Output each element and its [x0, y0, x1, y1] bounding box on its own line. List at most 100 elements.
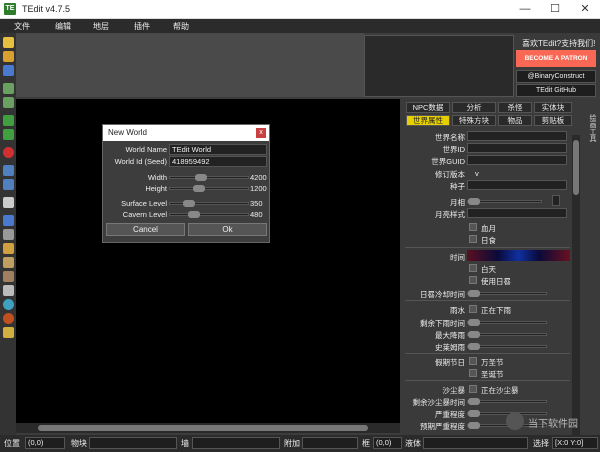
bucket-icon[interactable] — [3, 285, 14, 296]
select-icon[interactable] — [3, 215, 14, 226]
dialog-close-button[interactable]: x — [256, 128, 266, 138]
max-rain-knob[interactable] — [468, 331, 480, 338]
hammer-icon[interactable] — [3, 271, 14, 282]
tab-npc[interactable]: NPC数据 — [406, 102, 450, 113]
menu-plugins[interactable]: 插件 — [134, 21, 150, 32]
width-slider-knob[interactable] — [195, 174, 207, 181]
sundial-checkbox[interactable] — [469, 276, 477, 284]
morph-icon[interactable] — [3, 313, 14, 324]
tab-analysis[interactable]: 分析 — [452, 102, 496, 113]
sandstorm-time-knob[interactable] — [468, 398, 480, 405]
christmas-checkbox[interactable] — [469, 369, 477, 377]
minimap[interactable] — [364, 35, 514, 97]
tab-world-properties[interactable]: 世界属性 — [406, 115, 450, 126]
minimize-button[interactable]: — — [510, 0, 540, 19]
moon-spinner[interactable] — [552, 195, 560, 206]
separator — [405, 353, 570, 354]
tab-clipboard[interactable]: 剪贴板 — [534, 115, 572, 126]
panel-scroll-thumb[interactable] — [573, 140, 579, 195]
maximize-button[interactable]: ☐ — [540, 0, 570, 19]
cancel-button[interactable]: Cancel — [106, 223, 185, 236]
rain-time-slider[interactable] — [467, 319, 547, 326]
slime-rain-knob[interactable] — [468, 343, 480, 350]
twitter-button[interactable]: @BinaryConstruct — [516, 70, 596, 83]
rain-time-knob[interactable] — [468, 319, 480, 326]
open-file-icon[interactable] — [3, 51, 14, 62]
width-label: Width — [147, 173, 167, 182]
halloween-checkbox[interactable] — [469, 357, 477, 365]
world-name-input[interactable]: TEdit World — [169, 144, 267, 155]
daytime-checkbox[interactable] — [469, 264, 477, 272]
picker-icon[interactable] — [3, 229, 14, 240]
height-slider[interactable] — [169, 185, 249, 192]
prop-world-name-input[interactable] — [467, 131, 567, 141]
tab-special-tiles[interactable]: 特殊方块 — [452, 115, 496, 126]
menu-edit[interactable]: 编辑 — [55, 21, 71, 32]
menu-file[interactable]: 文件 — [14, 21, 30, 32]
raining-checkbox[interactable] — [469, 305, 477, 313]
search-icon[interactable] — [3, 97, 14, 108]
pencil-icon[interactable] — [3, 243, 14, 254]
panel-vertical-scrollbar[interactable] — [572, 135, 580, 435]
intended-severity-label: 预期严重程度 — [420, 422, 465, 431]
brush-icon[interactable] — [3, 257, 14, 268]
intended-severity-knob[interactable] — [468, 422, 480, 429]
close-button[interactable]: ✕ — [570, 0, 600, 19]
sundial-cd-slider[interactable] — [467, 290, 547, 297]
max-rain-label: 最大降雨 — [435, 331, 465, 340]
severity-knob[interactable] — [468, 410, 480, 417]
prop-world-guid-input[interactable] — [467, 155, 567, 165]
prop-world-guid-label: 世界GUID — [431, 157, 465, 166]
tab-kills[interactable]: 杀怪 — [498, 102, 532, 113]
sprite-icon[interactable] — [3, 299, 14, 310]
status-bar: 位置 (0,0) 物块 墙 附加 框 (0,0) 液体 选择 [X:0 Y:0] — [0, 435, 600, 452]
blood-moon-checkbox[interactable] — [469, 223, 477, 231]
horizontal-scrollbar[interactable] — [16, 423, 400, 433]
max-rain-slider[interactable] — [467, 331, 547, 338]
prop-moon-style-label: 月亮样式 — [435, 210, 465, 219]
point-icon[interactable] — [3, 327, 14, 338]
surface-value: 350 — [250, 199, 263, 208]
tab-paint-tools[interactable]: 绘画工具 — [585, 114, 597, 154]
menu-layers[interactable]: 地层 — [93, 21, 109, 32]
eclipse-checkbox[interactable] — [469, 235, 477, 243]
sundial-cd-knob[interactable] — [468, 290, 480, 297]
tab-entities[interactable]: 实体块 — [534, 102, 572, 113]
prop-seed-input[interactable] — [467, 180, 567, 190]
patron-button[interactable]: BECOME A PATRON — [516, 50, 596, 67]
cavern-slider[interactable] — [169, 211, 249, 218]
width-slider[interactable] — [169, 174, 249, 181]
height-slider-knob[interactable] — [193, 185, 205, 192]
save-icon[interactable] — [3, 65, 14, 76]
arrow-icon[interactable] — [3, 197, 14, 208]
world-id-input[interactable]: 418959492 — [169, 156, 267, 167]
sandstorm-checkbox[interactable] — [469, 385, 477, 393]
slime-rain-slider[interactable] — [467, 343, 547, 350]
ok-button[interactable]: Ok — [188, 223, 267, 236]
world-id-label: World Id (Seed) — [114, 157, 167, 166]
height-value: 1200 — [250, 184, 267, 193]
moon-slider[interactable] — [467, 198, 542, 205]
sandstorm-time-slider[interactable] — [467, 398, 547, 405]
app-icon: TE — [4, 3, 16, 15]
new-file-icon[interactable] — [3, 37, 14, 48]
slime-rain-label: 史莱姆雨 — [435, 343, 465, 352]
zoom-icon[interactable] — [3, 83, 14, 94]
tab-items[interactable]: 物品 — [498, 115, 532, 126]
time-slider[interactable] — [467, 250, 570, 261]
menu-help[interactable]: 帮助 — [173, 21, 189, 32]
extra-label: 附加 — [284, 439, 300, 448]
stop-icon[interactable] — [3, 147, 14, 158]
copy-icon[interactable] — [3, 165, 14, 176]
moon-slider-knob[interactable] — [468, 198, 480, 205]
github-button[interactable]: TEdit GitHub — [516, 84, 596, 97]
redo-icon[interactable] — [3, 129, 14, 140]
surface-slider[interactable] — [169, 200, 249, 207]
undo-icon[interactable] — [3, 115, 14, 126]
prop-world-id-input[interactable] — [467, 143, 567, 153]
paste-icon[interactable] — [3, 179, 14, 190]
cavern-slider-knob[interactable] — [188, 211, 200, 218]
surface-slider-knob[interactable] — [183, 200, 195, 207]
moon-style-dropdown[interactable] — [467, 208, 567, 218]
scroll-thumb[interactable] — [38, 425, 368, 431]
